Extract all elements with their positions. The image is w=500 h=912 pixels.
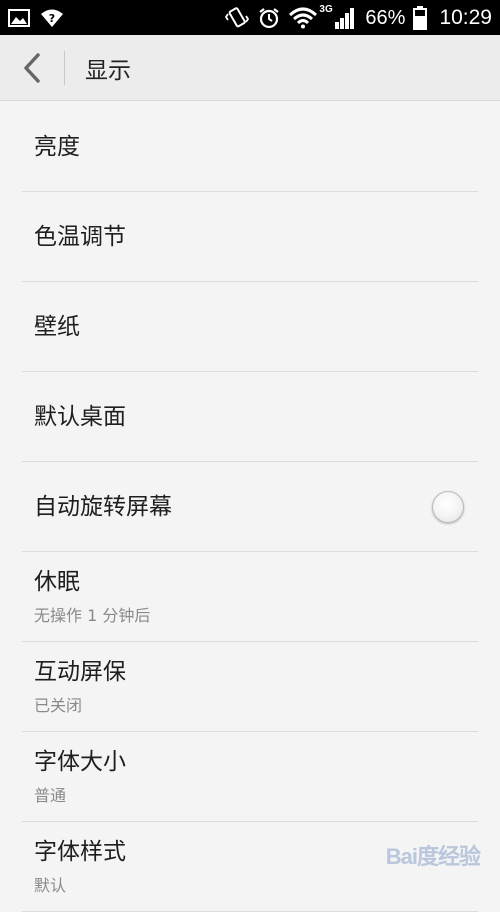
auto-rotate-toggle[interactable] [432, 491, 464, 523]
setting-label: 亮度 [34, 133, 80, 160]
vibrate-icon [225, 6, 250, 30]
status-bar: ? 3G 66% 10:29 [0, 0, 500, 35]
setting-color-temperature[interactable]: 色温调节 [0, 192, 500, 282]
setting-label: 自动旋转屏幕 [34, 493, 172, 520]
header-divider [64, 50, 65, 85]
setting-brightness[interactable]: 亮度 [0, 102, 500, 192]
setting-auto-rotate[interactable]: 自动旋转屏幕 [0, 462, 500, 552]
alarm-icon [257, 6, 281, 30]
back-button[interactable] [0, 35, 64, 101]
setting-summary: 普通 [34, 785, 67, 805]
battery-icon [413, 5, 428, 30]
clock: 10:29 [439, 6, 492, 29]
wifi-question-icon: ? [40, 8, 64, 28]
setting-label: 字体样式 [34, 839, 126, 866]
watermark-text: Bai度经验 [385, 844, 481, 869]
setting-sleep[interactable]: 休眠 无操作 1 分钟后 [0, 552, 500, 642]
setting-label: 默认桌面 [34, 403, 126, 430]
svg-text:?: ? [49, 12, 55, 25]
setting-default-launcher[interactable]: 默认桌面 [0, 372, 500, 462]
setting-font-size[interactable]: 字体大小 普通 [0, 732, 500, 822]
wifi-icon [289, 7, 318, 29]
network-type: 3G [319, 3, 333, 15]
page-title: 显示 [85, 57, 131, 84]
setting-label: 字体大小 [34, 749, 126, 776]
setting-summary: 无操作 1 分钟后 [34, 605, 151, 625]
back-arrow-icon [24, 52, 40, 83]
setting-label: 互动屏保 [34, 659, 126, 686]
setting-label: 壁纸 [34, 313, 80, 340]
battery-percent: 66% [365, 6, 406, 29]
setting-wallpaper[interactable]: 壁纸 [0, 282, 500, 372]
setting-label: 色温调节 [34, 223, 126, 250]
image-icon [8, 8, 30, 27]
watermark: Bai度经验 [385, 839, 481, 871]
setting-screensaver[interactable]: 互动屏保 已关闭 [0, 642, 500, 732]
setting-label: 休眠 [34, 569, 80, 596]
app-header: 显示 [0, 35, 500, 101]
settings-list: 亮度 色温调节 壁纸 默认桌面 自动旋转屏幕 休眠 无操作 1 分钟后 互动屏保… [0, 102, 500, 912]
setting-summary: 已关闭 [34, 695, 83, 715]
signal-icon: 3G [319, 4, 357, 29]
setting-summary: 默认 [34, 875, 67, 895]
